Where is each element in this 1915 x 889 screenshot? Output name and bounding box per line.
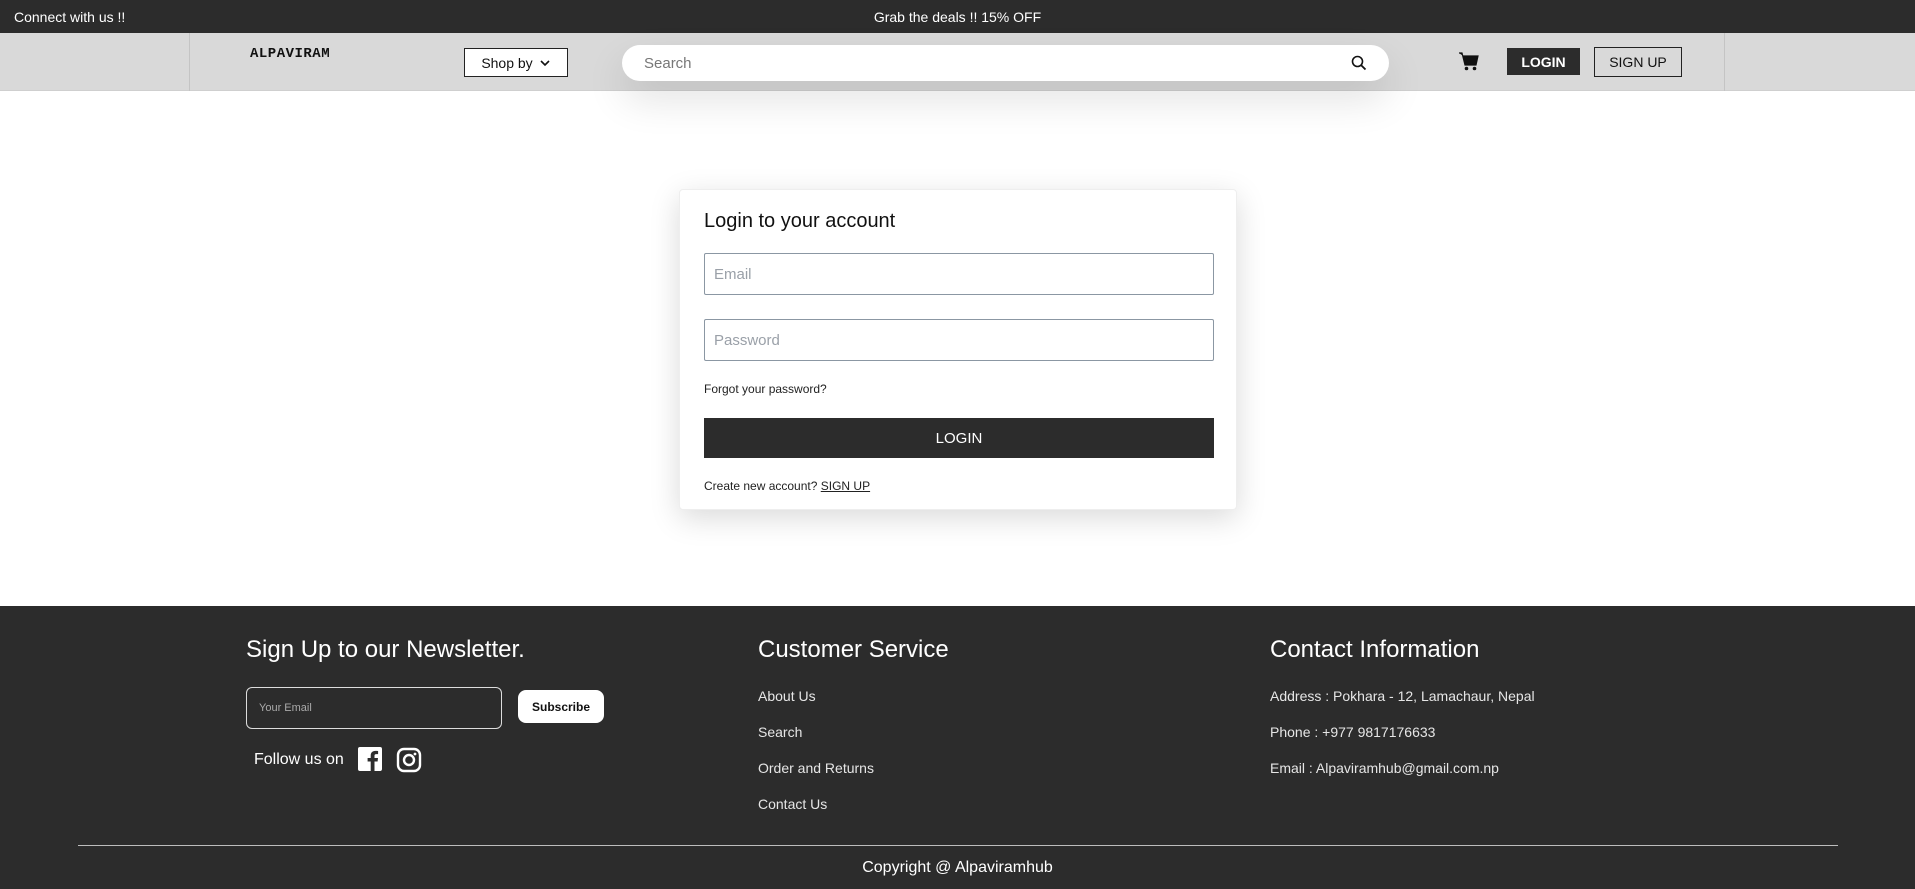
footer-link-order-returns[interactable]: Order and Returns	[758, 760, 874, 776]
footer-divider	[78, 845, 1838, 846]
shop-by-dropdown[interactable]: Shop by	[464, 48, 568, 77]
instagram-icon[interactable]	[396, 747, 422, 773]
footer-link-contact-us[interactable]: Contact Us	[758, 796, 827, 812]
customer-service-title: Customer Service	[758, 636, 949, 663]
login-title: Login to your account	[704, 210, 896, 232]
forgot-password-link[interactable]: Forgot your password?	[704, 382, 827, 396]
search-bar[interactable]: Search	[622, 45, 1389, 81]
search-input[interactable]: Search	[644, 55, 692, 72]
footer-link-about-us[interactable]: About Us	[758, 688, 816, 704]
email-field[interactable]: Email	[704, 253, 1214, 295]
login-submit-button[interactable]: LOGIN	[704, 418, 1214, 458]
login-card: Login to your account Email Password For…	[679, 189, 1237, 510]
login-button[interactable]: LOGIN	[1507, 48, 1580, 75]
deals-text: Grab the deals !! 15% OFF	[873, 9, 1042, 25]
navbar-divider-left	[189, 33, 190, 91]
signup-link[interactable]: SIGN UP	[821, 479, 870, 493]
announcement-bar: Connect with us !! Grab the deals !! 15%…	[0, 0, 1915, 33]
newsletter-email-placeholder: Your Email	[259, 702, 312, 714]
contact-phone: Phone : +977 9817176633	[1270, 724, 1436, 740]
footer: Sign Up to our Newsletter. Your Email Su…	[0, 606, 1915, 889]
newsletter-title: Sign Up to our Newsletter.	[246, 636, 525, 663]
password-field[interactable]: Password	[704, 319, 1214, 361]
facebook-icon[interactable]	[358, 747, 382, 771]
password-placeholder: Password	[714, 332, 780, 349]
search-icon[interactable]	[1351, 55, 1367, 71]
shop-by-label: Shop by	[481, 54, 533, 71]
chevron-down-icon	[540, 59, 550, 66]
email-placeholder: Email	[714, 266, 752, 283]
contact-title: Contact Information	[1270, 636, 1480, 663]
newsletter-email-field[interactable]: Your Email	[246, 687, 502, 729]
copyright-text: Copyright @ Alpaviramhub	[862, 859, 1053, 876]
signup-button[interactable]: SIGN UP	[1594, 47, 1682, 77]
create-account-prompt: Create new account?	[704, 479, 818, 493]
cart-icon[interactable]	[1458, 50, 1480, 72]
navbar: ALPAVIRAM Shop by Search LOGIN SIGN UP	[0, 33, 1915, 91]
footer-link-search[interactable]: Search	[758, 724, 802, 740]
navbar-divider-right	[1724, 33, 1725, 91]
subscribe-button[interactable]: Subscribe	[518, 690, 604, 723]
site-logo[interactable]: ALPAVIRAM	[250, 46, 330, 62]
contact-email: Email : Alpaviramhub@gmail.com.np	[1270, 760, 1499, 776]
contact-address: Address : Pokhara - 12, Lamachaur, Nepal	[1270, 688, 1535, 704]
follow-us-text: Follow us on	[254, 751, 344, 768]
create-account-row: Create new account? SIGN UP	[704, 479, 870, 493]
